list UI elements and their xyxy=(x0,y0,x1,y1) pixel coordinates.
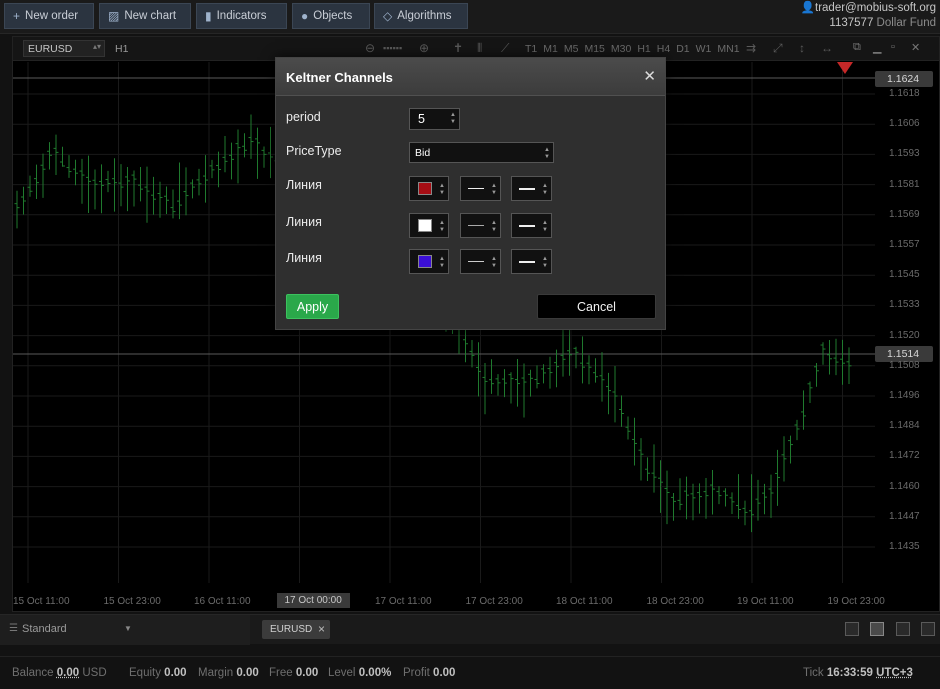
line1-color-picker[interactable]: ▲ ▼ xyxy=(409,176,449,201)
line-width-icon xyxy=(468,261,484,262)
pricetype-select[interactable]: Bid ▲ ▼ xyxy=(409,142,554,163)
pricetype-label: PriceType xyxy=(286,144,342,158)
dialog-header[interactable]: Keltner Channels ✕ xyxy=(276,58,665,96)
line3-style-select[interactable]: ▲ ▼ xyxy=(511,249,552,274)
stepper-arrows-icon[interactable]: ▲ ▼ xyxy=(450,112,456,126)
line1-label: Линия xyxy=(286,178,322,192)
line1-style-select[interactable]: ▲ ▼ xyxy=(511,176,552,201)
line1-width-select[interactable]: ▲ ▼ xyxy=(460,176,501,201)
picker-arrows-icon: ▲ ▼ xyxy=(439,183,445,196)
period-stepper[interactable]: 5 ▲ ▼ xyxy=(409,108,460,130)
line3-color-picker[interactable]: ▲ ▼ xyxy=(409,249,449,274)
period-label: period xyxy=(286,110,321,124)
select-arrows-icon: ▲ ▼ xyxy=(544,147,550,160)
picker-arrows-icon: ▲ ▼ xyxy=(439,220,445,233)
line-style-icon xyxy=(519,188,535,190)
line-width-icon xyxy=(468,188,484,189)
cancel-button[interactable]: Cancel xyxy=(537,294,656,319)
line3-width-select[interactable]: ▲ ▼ xyxy=(460,249,501,274)
line-width-icon xyxy=(468,225,484,226)
color-swatch xyxy=(418,182,432,195)
apply-button[interactable]: Apply xyxy=(286,294,339,319)
line2-color-picker[interactable]: ▲ ▼ xyxy=(409,213,449,238)
select-arrows-icon: ▲ ▼ xyxy=(491,220,497,233)
close-icon[interactable]: ✕ xyxy=(643,67,656,85)
select-arrows-icon: ▲ ▼ xyxy=(491,183,497,196)
modal-overlay: Keltner Channels ✕ period 5 ▲ ▼ PriceType… xyxy=(0,0,940,689)
select-arrows-icon: ▲ ▼ xyxy=(542,256,548,269)
select-arrows-icon: ▲ ▼ xyxy=(542,183,548,196)
select-arrows-icon: ▲ ▼ xyxy=(542,220,548,233)
color-swatch xyxy=(418,219,432,232)
dialog-title: Keltner Channels xyxy=(286,70,393,85)
keltner-channels-dialog: Keltner Channels ✕ period 5 ▲ ▼ PriceType… xyxy=(275,57,666,330)
picker-arrows-icon: ▲ ▼ xyxy=(439,256,445,269)
line3-label: Линия xyxy=(286,251,322,265)
line-style-icon xyxy=(519,225,535,227)
line2-label: Линия xyxy=(286,215,322,229)
line2-style-select[interactable]: ▲ ▼ xyxy=(511,213,552,238)
line2-width-select[interactable]: ▲ ▼ xyxy=(460,213,501,238)
line-style-icon xyxy=(519,261,535,263)
select-arrows-icon: ▲ ▼ xyxy=(491,256,497,269)
color-swatch xyxy=(418,255,432,268)
